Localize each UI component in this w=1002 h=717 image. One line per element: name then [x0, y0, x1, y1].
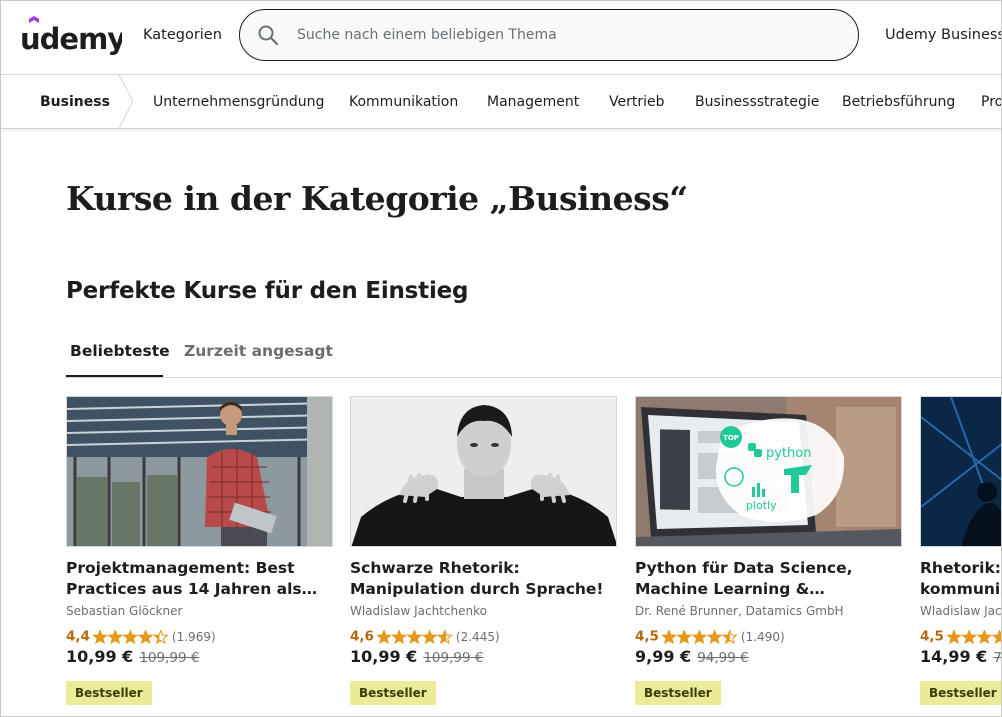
- category-subnav: Business Unternehmensgründung Kommunikat…: [1, 75, 1001, 129]
- star-icon: [962, 629, 976, 643]
- star-icon: [377, 629, 391, 643]
- subnav-item-pro[interactable]: Pro: [981, 94, 1001, 110]
- subnav-root-business[interactable]: Business: [40, 94, 110, 110]
- page: udemy Kategorien Udemy Business Business…: [0, 0, 1002, 717]
- course-title[interactable]: Schwarze Rhetorik: Manipulation durch Sp…: [350, 558, 625, 600]
- current-price: 14,99 €: [920, 647, 988, 666]
- price-row: 14,99 € 74,99 €: [920, 647, 1002, 666]
- star-rating-icon: [661, 629, 738, 644]
- bestseller-badge: Bestseller: [66, 681, 152, 705]
- search-icon[interactable]: [257, 24, 279, 46]
- course-thumbnail[interactable]: [66, 396, 333, 547]
- search-bar[interactable]: [239, 9, 859, 61]
- course-rating: 4,5 (1.490): [635, 626, 785, 645]
- course-title[interactable]: Python für Data Science, Machine Learnin…: [635, 558, 910, 600]
- rating-value: 4,5: [635, 628, 659, 645]
- current-price: 10,99 €: [66, 647, 134, 666]
- original-price: 109,99 €: [423, 650, 484, 666]
- rating-value: 4,4: [66, 628, 90, 645]
- star-icon: [422, 629, 437, 643]
- rating-count: (2.445): [455, 629, 500, 644]
- tab-zurzeit-angesagt[interactable]: Zurzeit angesagt: [184, 342, 333, 360]
- udemy-business-link[interactable]: Udemy Business: [885, 27, 1001, 43]
- rating-value: 4,6: [350, 628, 374, 645]
- subnav-item-betriebsfuehrung[interactable]: Betriebsführung: [842, 94, 955, 110]
- star-rating-icon: [92, 629, 169, 644]
- star-icon: [707, 629, 722, 643]
- course-author: Dr. René Brunner, Datamics GmbH: [635, 604, 844, 618]
- course-title[interactable]: Rhetorik: Souverän kommunizieren: [920, 558, 1001, 600]
- star-icon: [947, 629, 961, 643]
- logo-text: udemy: [20, 22, 122, 56]
- star-icon: [108, 629, 122, 643]
- udemy-logo[interactable]: udemy: [20, 15, 122, 57]
- price-row: 10,99 € 109,99 €: [66, 647, 199, 666]
- subnav-item-unternehmensgruendung[interactable]: Unternehmensgründung: [153, 94, 324, 110]
- original-price: 94,99 €: [697, 650, 749, 666]
- star-rating-icon: [946, 629, 1001, 644]
- course-thumbnail[interactable]: TOP python plotly: [635, 396, 902, 547]
- current-price: 10,99 €: [350, 647, 418, 666]
- categories-menu[interactable]: Kategorien: [143, 27, 222, 43]
- search-input[interactable]: [297, 11, 837, 59]
- plotly-logo-text: plotly: [746, 499, 777, 512]
- course-author: Wladislaw Jachtchenko: [920, 604, 1002, 618]
- rating-count: (1.969): [171, 629, 216, 644]
- star-icon: [93, 629, 107, 643]
- course-tabs: Beliebteste Zurzeit angesagt: [66, 335, 1001, 378]
- bestseller-badge: Bestseller: [350, 681, 436, 705]
- course-title[interactable]: Projektmanagement: Best Practices aus 14…: [66, 558, 341, 600]
- star-icon: [123, 629, 137, 643]
- active-tab-indicator: [66, 375, 163, 377]
- star-icon: [662, 629, 676, 643]
- star-icon: [977, 629, 991, 643]
- course-rating: 4,6 (2.445): [350, 626, 500, 645]
- course-thumbnail[interactable]: [920, 396, 1001, 547]
- star-rating-icon: [376, 629, 453, 644]
- course-rating: 4,4 (1.969): [66, 626, 216, 645]
- star-icon: [392, 629, 406, 643]
- course-thumbnail[interactable]: [350, 396, 617, 547]
- subnav-item-kommunikation[interactable]: Kommunikation: [349, 94, 458, 110]
- top-header: udemy Kategorien Udemy Business: [1, 1, 1001, 75]
- star-icon: [692, 629, 706, 643]
- tab-beliebteste[interactable]: Beliebteste: [70, 342, 170, 360]
- bestseller-badge: Bestseller: [635, 681, 721, 705]
- course-author: Sebastian Glöckner: [66, 604, 183, 618]
- section-title: Perfekte Kurse für den Einstieg: [66, 278, 469, 304]
- bestseller-badge: Bestseller: [920, 681, 1001, 705]
- price-row: 9,99 € 94,99 €: [635, 647, 749, 666]
- current-price: 9,99 €: [635, 647, 692, 666]
- star-icon: [138, 629, 153, 643]
- rating-count: (1.490): [740, 629, 785, 644]
- page-title: Kurse in der Kategorie „Business“: [66, 179, 688, 218]
- course-author: Wladislaw Jachtchenko: [350, 604, 487, 618]
- course-rating: 4,5: [920, 626, 1001, 645]
- python-logo-text: python: [766, 446, 811, 461]
- rating-value: 4,5: [920, 628, 944, 645]
- top-badge-text: TOP: [723, 434, 739, 442]
- star-icon: [677, 629, 691, 643]
- chevron-right-icon: [118, 75, 134, 128]
- price-row: 10,99 € 109,99 €: [350, 647, 483, 666]
- subnav-item-vertrieb[interactable]: Vertrieb: [609, 94, 665, 110]
- original-price: 109,99 €: [139, 650, 200, 666]
- star-icon: [407, 629, 421, 643]
- subnav-item-management[interactable]: Management: [487, 94, 579, 110]
- subnav-item-businessstrategie[interactable]: Businessstrategie: [695, 94, 819, 110]
- original-price: 74,99 €: [993, 650, 1002, 666]
